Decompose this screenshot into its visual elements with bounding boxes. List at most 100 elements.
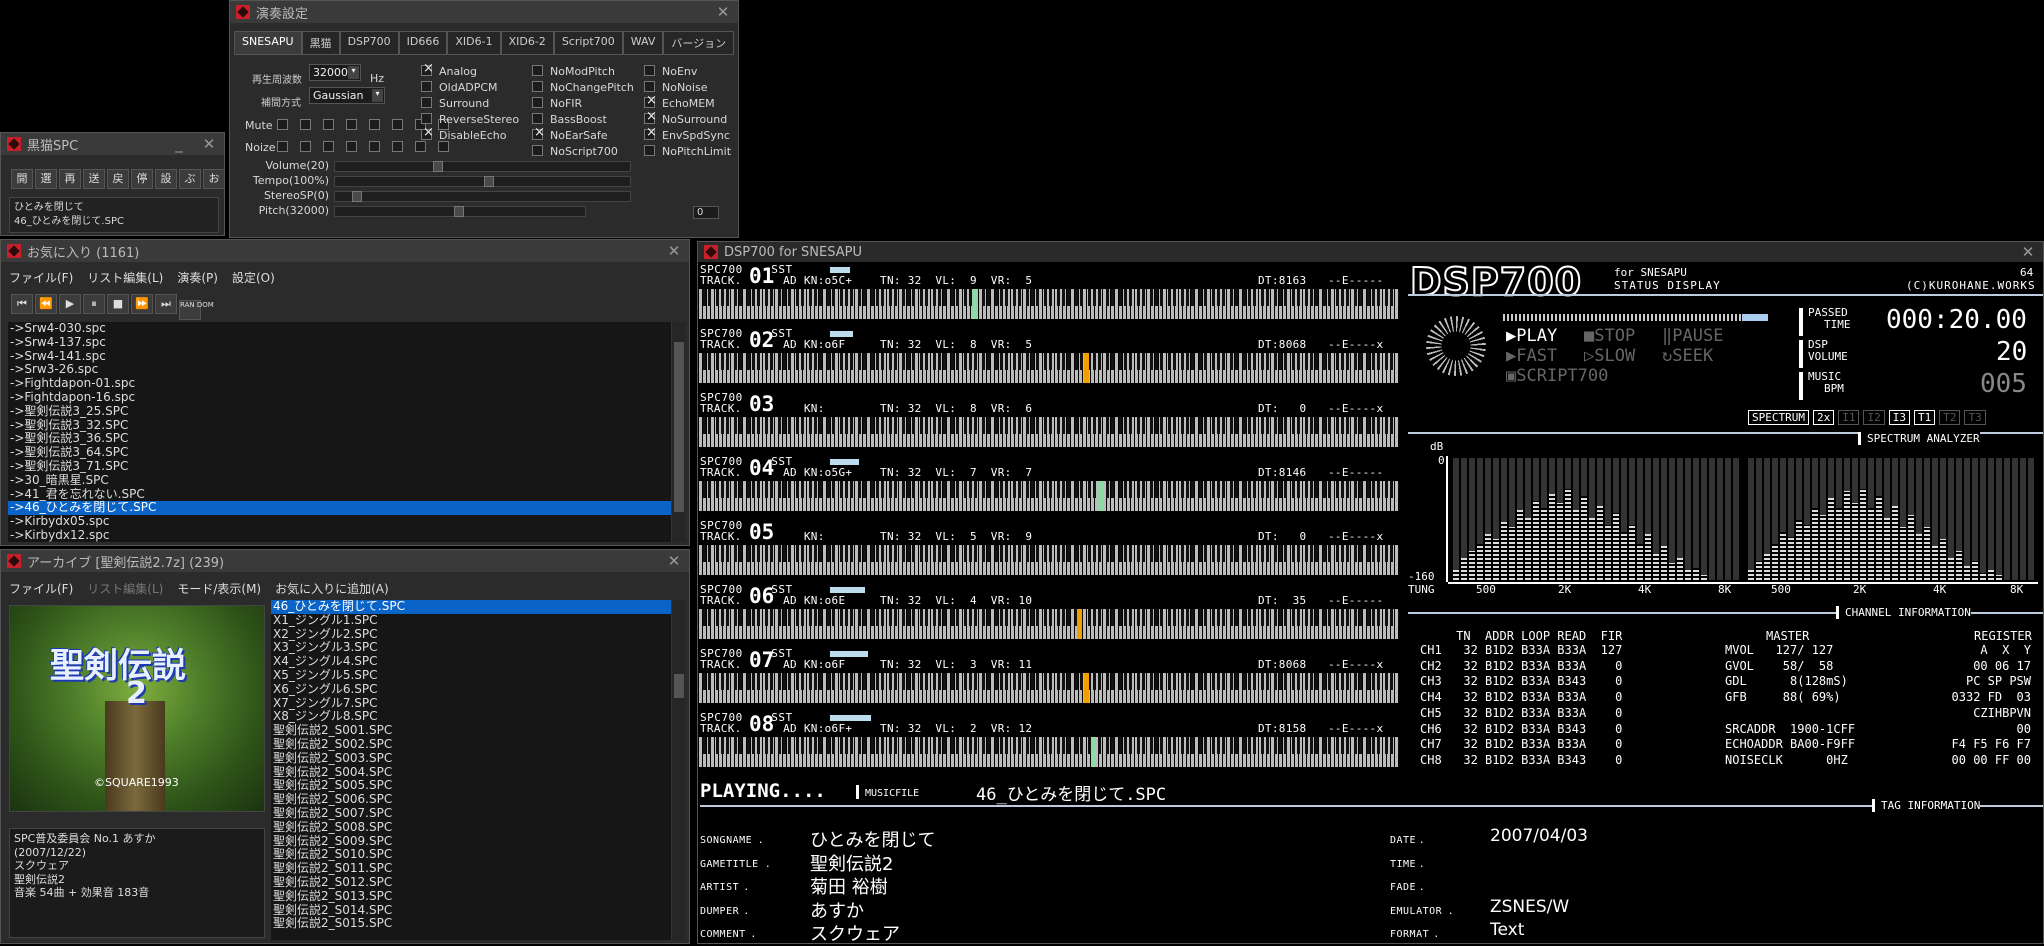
pause-button[interactable]: ⏸ [83, 294, 105, 314]
checkbox[interactable] [532, 65, 543, 76]
list-item[interactable]: ->Srw4-141.spc [8, 349, 671, 364]
kuroneko-button-1[interactable]: 選 [35, 169, 57, 189]
spectrum-mode-i2[interactable]: I2 [1863, 410, 1885, 425]
pause-status[interactable]: ‖PAUSE [1662, 326, 1723, 346]
fast-status[interactable]: ▶FAST [1506, 346, 1557, 366]
menu-item[interactable]: 設定(O) [232, 269, 275, 286]
archive-titlebar[interactable]: アーカイブ [聖剣伝説2.7z] (239) ✕ [1, 550, 689, 572]
list-item[interactable]: 聖剣伝説2_S012.SPC [271, 875, 671, 890]
list-item[interactable]: X6_ジングル6.SPC [271, 682, 671, 697]
kuroneko-button-8[interactable]: お [203, 169, 224, 189]
menu-item[interactable]: モード/表示(M) [177, 580, 261, 597]
ensou-titlebar[interactable]: 演奏設定 ✕ [230, 1, 738, 23]
list-item[interactable]: 聖剣伝説2_S003.SPC [271, 751, 671, 766]
spectrum-mode-i3[interactable]: I3 [1888, 410, 1910, 425]
list-item[interactable]: ->Fightdapon-01.spc [8, 376, 671, 391]
option-nochangepitch[interactable]: NoChangePitch [532, 80, 634, 96]
list-item[interactable]: X5_ジングル5.SPC [271, 668, 671, 683]
list-item[interactable]: 聖剣伝説2_S008.SPC [271, 820, 671, 835]
option-oldadpcm[interactable]: OldADPCM [421, 80, 519, 96]
list-item[interactable]: 聖剣伝説2_S007.SPC [271, 806, 671, 821]
noize-channel-checkbox[interactable] [277, 141, 288, 152]
menu-item[interactable]: リスト編集(L) [87, 580, 163, 597]
noize-channel-checkbox[interactable] [323, 141, 334, 152]
mute-channel-checkbox[interactable] [323, 119, 334, 130]
list-item[interactable]: ->Srw4-137.spc [8, 335, 671, 350]
kuroneko-button-4[interactable]: 戻 [107, 169, 129, 189]
play-button[interactable]: ▶ [59, 294, 81, 314]
list-item[interactable]: 聖剣伝説2_S011.SPC [271, 861, 671, 876]
slider-track[interactable] [334, 161, 631, 172]
seek-status[interactable]: ↻SEEK [1662, 346, 1713, 366]
list-item[interactable]: ->聖剣伝説3_71.SPC [8, 459, 671, 474]
scroll-thumb[interactable] [674, 342, 684, 512]
menu-item[interactable]: ファイル(F) [9, 269, 73, 286]
slider-track[interactable] [334, 176, 631, 187]
fast-forward-button[interactable]: ⏩ [131, 294, 153, 314]
random-button[interactable]: RAN DOM [179, 300, 214, 320]
tab-3[interactable]: ID666 [398, 31, 448, 55]
close-icon[interactable]: ✕ [194, 135, 224, 153]
stop-status[interactable]: ■STOP [1584, 326, 1635, 346]
mute-channel-checkbox[interactable] [369, 119, 380, 130]
checkbox[interactable] [644, 145, 655, 156]
close-icon[interactable]: ✕ [659, 242, 689, 260]
option-noearsafe[interactable]: NoEarSafe [532, 125, 634, 144]
checkbox[interactable] [644, 93, 657, 109]
spectrum-mode-2x[interactable]: 2x [1812, 410, 1835, 425]
rate-select[interactable]: 32000 ▾ [309, 64, 361, 81]
checkbox[interactable] [644, 125, 657, 141]
spectrum-mode-t2[interactable]: T2 [1939, 410, 1961, 425]
close-icon[interactable]: ✕ [659, 552, 689, 570]
list-item[interactable]: ->聖剣伝説3_64.SPC [8, 445, 671, 460]
minimize-icon[interactable]: _ [164, 135, 194, 153]
tab-6[interactable]: Script700 [553, 31, 623, 55]
kuroneko-button-6[interactable]: 設 [155, 169, 177, 189]
archive-scrollbar[interactable] [671, 600, 685, 940]
slow-status[interactable]: ▷SLOW [1584, 346, 1635, 366]
scroll-thumb[interactable] [674, 674, 684, 698]
menu-item[interactable]: リスト編集(L) [87, 269, 163, 286]
menu-item[interactable]: ファイル(F) [9, 580, 73, 597]
spectrum-mode-i1[interactable]: I1 [1838, 410, 1860, 425]
menu-item[interactable]: お気に入りに追加(A) [275, 580, 389, 597]
tab-7[interactable]: WAV [622, 31, 664, 55]
list-item[interactable]: X2_ジングル2.SPC [271, 627, 671, 642]
tab-1[interactable]: 黒猫 [301, 31, 340, 55]
kuroneko-button-2[interactable]: 再 [59, 169, 81, 189]
checkbox[interactable] [532, 113, 543, 124]
list-item[interactable]: X7_ジングル7.SPC [271, 696, 671, 711]
menu-item[interactable]: 演奏(P) [177, 269, 218, 286]
tab-4[interactable]: XID6-1 [447, 31, 501, 55]
prev-track-button[interactable]: ⏮ [11, 294, 33, 314]
list-item[interactable]: 聖剣伝説2_S002.SPC [271, 737, 671, 752]
list-item[interactable]: ->46_ひとみを閉じて.SPC [8, 501, 671, 516]
option-nosurround[interactable]: NoSurround [644, 109, 731, 128]
option-reversestereo[interactable]: ReverseStereo [421, 112, 519, 128]
dsp-titlebar[interactable]: DSP700 for SNESAPU ✕ [698, 242, 2043, 262]
option-nofir[interactable]: NoFIR [532, 96, 634, 112]
spectrum-mode-t3[interactable]: T3 [1964, 410, 1986, 425]
list-item[interactable]: 聖剣伝説2_S013.SPC [271, 889, 671, 904]
checkbox[interactable] [532, 145, 543, 156]
mute-channel-checkbox[interactable] [392, 119, 403, 130]
stop-button[interactable]: ■ [107, 294, 129, 314]
list-item[interactable]: ->30_暗黒星.SPC [8, 473, 671, 488]
noize-channel-checkbox[interactable] [392, 141, 403, 152]
kuroneko-button-7[interactable]: ぶ [179, 169, 201, 189]
slider-track[interactable] [334, 191, 631, 202]
option-echomem[interactable]: EchoMEM [644, 93, 731, 112]
checkbox[interactable] [421, 125, 434, 141]
checkbox[interactable] [532, 81, 543, 92]
option-envspdsync[interactable]: EnvSpdSync [644, 125, 731, 144]
list-item[interactable]: ->Srw4-030.spc [8, 322, 671, 336]
checkbox[interactable] [532, 125, 545, 141]
slider-thumb[interactable] [433, 161, 443, 172]
option-nomodpitch[interactable]: NoModPitch [532, 64, 634, 80]
checkbox[interactable] [421, 81, 432, 92]
list-item[interactable]: ->聖剣伝説3_25.SPC [8, 404, 671, 419]
favorites-list[interactable]: ->Srw4-030.spc ->Srw4-137.spc ->Srw4-141.s… [8, 322, 671, 542]
pitch-value[interactable]: 0 [693, 206, 719, 219]
option-disableecho[interactable]: DisableEcho [421, 125, 519, 144]
interp-select[interactable]: Gaussian ▾ [309, 87, 385, 104]
